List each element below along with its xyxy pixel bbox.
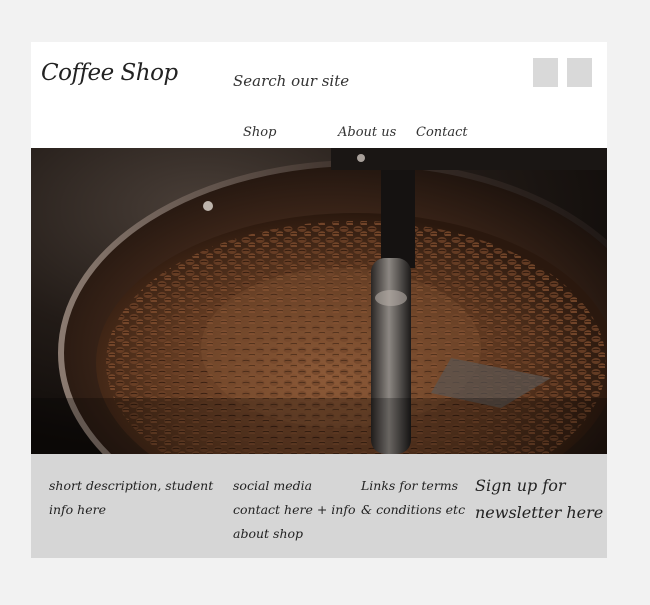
footer-social-contact: social media contact here + info about s… xyxy=(233,474,356,546)
search-input[interactable]: Search our site xyxy=(233,72,349,90)
cart-icon[interactable] xyxy=(567,58,592,87)
footer-link-terms[interactable]: Links for terms xyxy=(361,474,465,498)
footer-link-contact[interactable]: contact here + info xyxy=(233,498,356,522)
footer-text: short description, student xyxy=(49,478,214,493)
site-logo[interactable]: Coffee Shop xyxy=(41,60,178,86)
footer-terms[interactable]: Links for terms & conditions etc xyxy=(361,474,465,522)
site-header: Coffee Shop Search our site Shop About u… xyxy=(31,42,607,148)
footer-description: short description, student info here xyxy=(49,474,213,522)
nav-about-us[interactable]: About us xyxy=(338,125,396,140)
newsletter-text[interactable]: Sign up for xyxy=(475,472,603,499)
footer-link-social[interactable]: social media xyxy=(233,474,356,498)
newsletter-text[interactable]: newsletter here xyxy=(475,499,603,526)
footer-link-about[interactable]: about shop xyxy=(233,522,356,546)
newsletter-signup[interactable]: Sign up for newsletter here xyxy=(475,472,603,526)
site-footer: short description, student info here soc… xyxy=(31,454,607,558)
nav-shop[interactable]: Shop xyxy=(243,125,276,140)
footer-link-terms[interactable]: & conditions etc xyxy=(361,498,465,522)
page-wrapper: Coffee Shop Search our site Shop About u… xyxy=(31,42,607,558)
account-icon[interactable] xyxy=(533,58,558,87)
coffee-roaster-photo xyxy=(31,148,607,454)
nav-contact[interactable]: Contact xyxy=(416,125,468,140)
footer-text: info here xyxy=(49,502,106,517)
hero-image xyxy=(31,148,607,454)
